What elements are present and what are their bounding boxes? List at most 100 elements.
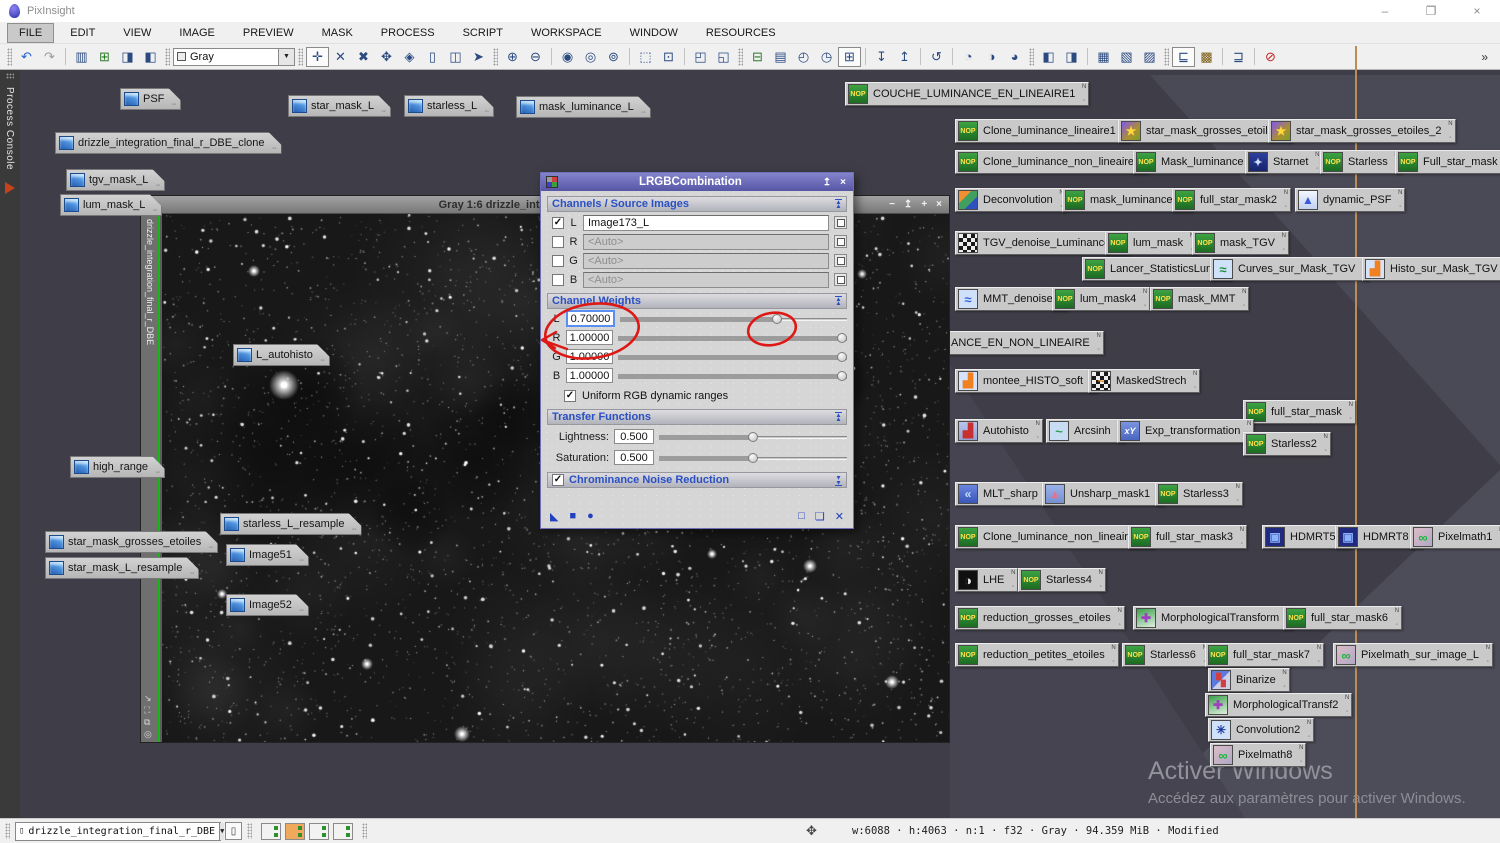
section-chrominance[interactable]: ✓ Chrominance Noise Reduction ▲▲ — [547, 472, 847, 488]
slider-knob[interactable] — [772, 314, 782, 324]
weight-b-slider[interactable] — [618, 370, 847, 382]
new-process-icon[interactable]: ⊟ — [746, 47, 769, 67]
collapse-up-icon[interactable]: ▲▲ — [835, 199, 842, 210]
zoom-fit-icon[interactable]: ◎ — [579, 47, 602, 67]
collapse-up-icon[interactable]: ▲▲ — [835, 412, 842, 423]
duplicate-image-icon[interactable]: ◨ — [116, 47, 139, 67]
process-icon-full_star_mask6[interactable]: NOPfull_star_mask6N◦ — [1283, 606, 1402, 630]
process-icon-full_star_mask3[interactable]: NOPfull_star_mask3N◦ — [1128, 525, 1247, 549]
time-1-icon[interactable]: ◔ — [957, 47, 980, 67]
dock-down-icon[interactable]: ↧ — [870, 47, 893, 67]
collapse-up-icon[interactable]: ▲▲ — [835, 296, 842, 307]
process-tag-starless_l_resample[interactable]: starless_L_resample◦◦ — [220, 513, 362, 535]
process-icon-mask_luminance[interactable]: NOPMask_luminanceN◦ — [1133, 150, 1258, 174]
view-selector-dropdown[interactable]: ▯ drizzle_integration_final_r_DBE ▼ — [15, 822, 221, 841]
process-icon-lhe[interactable]: ◑LHEN◦ — [955, 568, 1018, 592]
process-icon-starless[interactable]: NOPStarlessN◦ — [1320, 150, 1402, 174]
process-tag-image51[interactable]: Image51◦◦ — [226, 544, 309, 566]
grid-3-icon[interactable]: ▨ — [1138, 47, 1161, 67]
process-icon-starless4[interactable]: NOPStarless4N◦ — [1018, 568, 1106, 592]
weight-l-slider[interactable] — [620, 313, 847, 325]
close-button[interactable]: × — [1454, 0, 1500, 22]
workspace-button-4[interactable] — [333, 823, 353, 840]
process-icon-full_star_mask7[interactable]: NOPfull_star_mask7N◦ — [1205, 643, 1324, 667]
lrgb-combination-dialog[interactable]: LRGBCombination ↥ × Channels / Source Im… — [540, 172, 854, 529]
toolbar-grip[interactable] — [493, 48, 498, 66]
zoom-out-icon[interactable]: ⊖ — [524, 47, 547, 67]
process-tag-high_range[interactable]: high_range◦◦ — [70, 456, 165, 478]
channel-g-input[interactable]: <Auto> — [583, 253, 829, 269]
view-tab-label[interactable]: drizzle_integration_final_r_DBE — [145, 219, 155, 345]
toolbar-grip[interactable] — [1164, 48, 1169, 66]
transfer-slider[interactable] — [659, 452, 847, 464]
menu-item-view[interactable]: VIEW — [112, 24, 162, 42]
workspace-button-2[interactable] — [285, 823, 305, 840]
process-icon-ance_en_non_lineaire[interactable]: ANCE_EN_NON_LINEAIREN◦ — [948, 331, 1104, 355]
split-vert-icon[interactable]: ◱ — [712, 47, 735, 67]
edit-preferences-icon[interactable]: ▥ — [70, 47, 93, 67]
process-icon-unsharp_mask1[interactable]: ▲Unsharp_mask1N◦ — [1042, 482, 1164, 506]
window-mode-button[interactable]: ▯ — [225, 822, 242, 840]
process-icon-reduction_petites_etoiles[interactable]: NOPreduction_petites_etoilesN◦ — [955, 643, 1119, 667]
process-icon-histo_sur_mask_tgv[interactable]: ▟Histo_sur_Mask_TGVN◦ — [1362, 257, 1500, 281]
new-image-icon[interactable]: ⊞ — [93, 47, 116, 67]
screen-24bit-icon[interactable]: ▩ — [1195, 47, 1218, 67]
menu-item-workspace[interactable]: WORKSPACE — [520, 24, 613, 42]
workspace-button-1[interactable] — [261, 823, 281, 840]
process-tag-lum_mask_l[interactable]: lum_mask_L◦◦ — [60, 194, 162, 216]
process-explorer-icon[interactable]: ⊞ — [838, 47, 861, 67]
process-icon-morphologicaltransf2[interactable]: ✚MorphologicalTransf2N◦ — [1205, 693, 1352, 717]
process-icon-reduction_grosses_etoiles[interactable]: NOPreduction_grosses_etoilesN◦ — [955, 606, 1125, 630]
process-icon-mlt_sharp[interactable]: «MLT_sharpN◦ — [955, 482, 1052, 506]
view-selector-strip[interactable]: drizzle_integration_final_r_DBE ↘⛶⧉◎ — [141, 214, 160, 742]
section-channels[interactable]: Channels / Source Images ▲▲ — [547, 196, 847, 212]
process-icon-montee_histo_soft[interactable]: ▟montee_HISTO_softN◦ — [955, 369, 1097, 393]
edit-preview-icon[interactable]: ◫ — [444, 47, 467, 67]
channel-b-input[interactable]: <Auto> — [583, 272, 829, 288]
process-icon-full_star_mask[interactable]: NOPfull_star_maskN◦ — [1243, 400, 1356, 424]
expand-view-icon[interactable]: ✕ — [329, 47, 352, 67]
history-icon[interactable]: ◴ — [792, 47, 815, 67]
toolbar-grip[interactable] — [7, 48, 12, 66]
process-icon-full_star_mask2[interactable]: NOPfull_star_mask2N◦ — [1172, 188, 1291, 212]
time-3-icon[interactable]: ◕ — [1003, 47, 1026, 67]
reset-icon[interactable]: ✕ — [835, 510, 844, 523]
edit-process-icon[interactable]: ▤ — [769, 47, 792, 67]
strip-icon-1[interactable]: ⛶ — [144, 705, 152, 715]
channel-b-checkbox[interactable]: ✓ — [552, 274, 564, 286]
process-icon-star_mask_grosses_etoiles[interactable]: ★star_mask_grosses_etoilesN◦ — [1118, 119, 1293, 143]
history-forward-icon[interactable]: ◷ — [815, 47, 838, 67]
process-icon-starless3[interactable]: NOPStarless3N◦ — [1155, 482, 1243, 506]
select-view-button[interactable] — [834, 235, 847, 248]
image-close-button[interactable]: × — [936, 196, 942, 214]
dialog-titlebar[interactable]: LRGBCombination ↥ × — [541, 173, 853, 191]
channel-selector-dropdown[interactable]: Gray▼ — [173, 48, 295, 66]
chrominance-checkbox[interactable]: ✓ — [552, 474, 564, 486]
apply-icon[interactable]: ■ — [569, 510, 576, 523]
slider-knob[interactable] — [748, 432, 758, 442]
zoom-1-1-icon[interactable]: ◉ — [556, 47, 579, 67]
transfer-input[interactable]: 0.500 — [614, 429, 654, 444]
toolbar-grip[interactable] — [298, 48, 303, 66]
process-icon-starless2[interactable]: NOPStarless2N◦ — [1243, 432, 1331, 456]
menu-item-image[interactable]: IMAGE — [168, 24, 225, 42]
process-tag-tgv_mask_l[interactable]: tgv_mask_L◦◦ — [66, 169, 165, 191]
process-icon-starless6[interactable]: NOPStarless6N◦ — [1122, 643, 1210, 667]
process-icon-exp_transformation[interactable]: xYExp_transformationN◦ — [1117, 419, 1254, 443]
process-tag-image52[interactable]: Image52◦◦ — [226, 594, 309, 616]
process-tag-star_mask_l[interactable]: star_mask_L◦◦ — [288, 95, 391, 117]
readout-icon[interactable]: ◈ — [398, 47, 421, 67]
undo-icon[interactable]: ↶ — [15, 47, 38, 67]
weight-r-slider[interactable] — [618, 332, 847, 344]
process-icon-mask_tgv[interactable]: NOPmask_TGVN◦ — [1192, 231, 1289, 255]
new-preview-icon[interactable]: ▯ — [421, 47, 444, 67]
process-icon-pixelmath1[interactable]: ∞Pixelmath1N◦ — [1410, 525, 1500, 549]
image-minimize-button[interactable]: − — [889, 196, 895, 214]
chevron-down-icon[interactable]: ▼ — [278, 49, 294, 65]
dialog-close-button[interactable]: × — [840, 177, 846, 188]
select-all-icon[interactable]: ⬚ — [634, 47, 657, 67]
channel-r-checkbox[interactable]: ✓ — [552, 236, 564, 248]
process-icon-autohisto[interactable]: ▟AutohistoN◦ — [955, 419, 1043, 443]
menu-item-file[interactable]: FILE — [8, 24, 53, 42]
process-tag-starless_l[interactable]: starless_L◦◦ — [404, 95, 494, 117]
